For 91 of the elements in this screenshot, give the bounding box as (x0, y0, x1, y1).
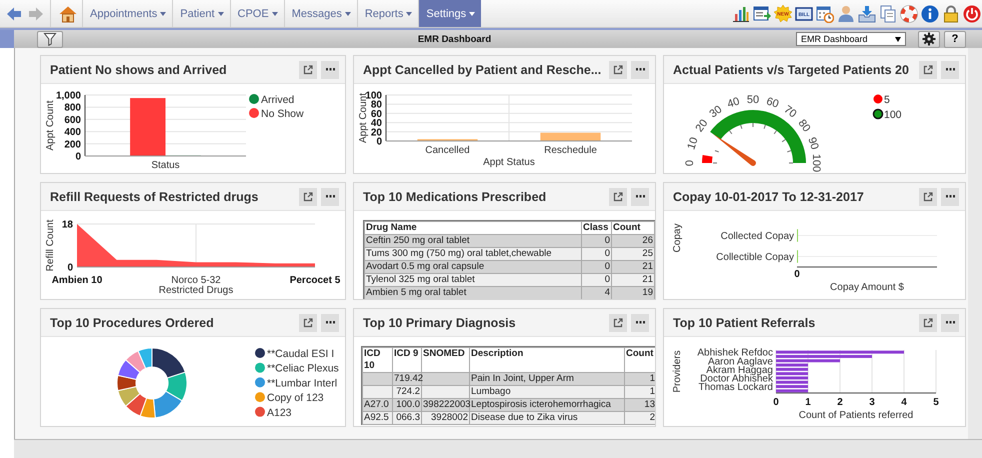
table-cell: 21 (612, 274, 654, 286)
legend-label: Copy of 123 (267, 392, 324, 404)
table-cell: Disease due to Zika virus (470, 412, 624, 424)
gauge-scale-label: 50 (746, 94, 760, 106)
table-cell: A92.5 (362, 412, 392, 424)
table-cell: Pain In Joint, Upper Arm (470, 372, 624, 386)
axis-title: Appt Status (483, 157, 535, 168)
axis-tick-label: 0 (773, 397, 779, 408)
card-title: Top 10 Medications Prescribed (363, 190, 548, 204)
category-label: Collected Copay (720, 231, 794, 242)
column-header: Count (624, 348, 655, 372)
table-cell: Ambien 5 mg oral tablet (364, 286, 582, 299)
axis-title: Providers (672, 350, 683, 393)
table-cell: Leptospirosis icterohemorrhagica (470, 398, 624, 412)
axis-title: Copay Amount $ (830, 282, 904, 293)
gauge-scale-label: 0 (684, 160, 696, 166)
table-cell: 398222003 (422, 398, 470, 412)
card-title: Top 10 Patient Referrals (673, 316, 816, 330)
column-header: SNOMED (422, 348, 470, 372)
table-cell: Tums 300 mg (750 mg) oral tablet,chewable (364, 248, 582, 260)
column-header: ICD 9 (392, 348, 422, 372)
table-cell: Ceftin 250 mg oral tablet (364, 234, 582, 248)
table-cell: 21 (612, 260, 654, 274)
card-title: Appt Cancelled by Patient and Resche... (363, 62, 602, 76)
column-header: ICD 10 (362, 348, 392, 372)
axis-tick-label: 5 (933, 397, 939, 408)
axis-tick-label: Percocet 5 (290, 275, 340, 286)
gauge-scale-label: 40 (726, 95, 742, 111)
axis-title: Restricted Drugs (158, 285, 234, 296)
card-title: Top 10 Procedures Ordered (50, 316, 215, 330)
column-header: Class (582, 222, 612, 234)
axis-tick-label: 18 (62, 220, 73, 230)
column-header: Description (470, 348, 624, 372)
axis-tick-label: 400 (64, 127, 81, 138)
axis-tick-label: 60 (370, 108, 382, 120)
gauge-scale-label: 60 (764, 95, 780, 111)
table-cell: A27.0 (362, 398, 392, 412)
axis-tick-label: 0 (794, 269, 800, 280)
axis-title: Refill Count (45, 220, 56, 272)
column-header: Count (612, 222, 654, 234)
legend-label: No Show (261, 108, 304, 120)
legend-label: 100 (884, 109, 902, 121)
card-title: Copay 10-01-2017 To 12-31-2017 (673, 190, 865, 204)
card-title: Refill Requests of Restricted drugs (50, 190, 260, 204)
table-cell: 25 (612, 248, 654, 260)
column-header: Drug Name (364, 222, 582, 234)
axis-tick-label: 600 (64, 114, 81, 126)
table-cell: Lumbago (470, 386, 624, 398)
axis-tick-label: 0 (75, 152, 81, 162)
axis-tick-label: 0 (67, 262, 73, 274)
card-title: Actual Patients v/s Targeted Patients 20 (673, 62, 910, 76)
legend-label: A123 (267, 406, 292, 419)
category-label: Cancelled (425, 145, 470, 156)
legend-label: **Lumbar Interl (267, 377, 338, 390)
axis-tick-label: 40 (370, 118, 382, 130)
table-cell: 3928002 (422, 412, 470, 424)
axis-tick-label: 1 (805, 397, 811, 408)
category-label: Collectible Copay (716, 252, 794, 263)
category-label: Reschedule (544, 145, 597, 156)
gauge-scale-label: 100 (810, 154, 822, 172)
axis-title: Count of Patients referred (798, 410, 914, 421)
table-cell: Tylenol 325 mg oral tablet (364, 274, 582, 286)
legend-label: **Celiac Plexus (267, 362, 339, 375)
card-title: Patient No shows and Arrived (50, 62, 228, 76)
legend-label: Arrived (261, 94, 294, 106)
category-label: Akram Haggag (706, 364, 773, 376)
card-title: Top 10 Primary Diagnosis (363, 316, 517, 330)
axis-title: Copay (672, 224, 683, 252)
axis-tick-label: 0 (376, 136, 382, 148)
legend-label: **Caudal ESI I (267, 348, 334, 360)
gauge-scale-label: 10 (685, 136, 701, 152)
axis-tick-label: 20 (370, 127, 382, 138)
toolbar-title: EMR Dashboard (416, 34, 492, 44)
axis-tick-label: 4 (901, 397, 907, 408)
axis-tick-label: 2 (837, 397, 843, 408)
table-cell: 26 (612, 234, 654, 248)
axis-tick-label: 1,000 (56, 90, 81, 102)
axis-tick-label: Norco 5-32 (171, 275, 221, 286)
gauge-scale-label: 90 (805, 136, 821, 152)
axis-title: Appt Count (45, 100, 56, 151)
axis-tick-label: Ambien 10 (52, 275, 102, 286)
table-cell: 19 (612, 286, 654, 299)
axis-tick-label: 200 (64, 139, 81, 150)
category-label: Status (151, 160, 180, 171)
axis-tick-label: 100 (365, 90, 382, 102)
axis-tick-label: 3 (869, 397, 875, 408)
axis-tick-label: 800 (64, 102, 81, 114)
category-label: Thomas Lockard (698, 382, 773, 394)
legend-label: 5 (884, 94, 890, 106)
axis-tick-label: 80 (370, 100, 382, 111)
table-cell: Avodart 0.5 mg oral capsule (364, 260, 582, 274)
